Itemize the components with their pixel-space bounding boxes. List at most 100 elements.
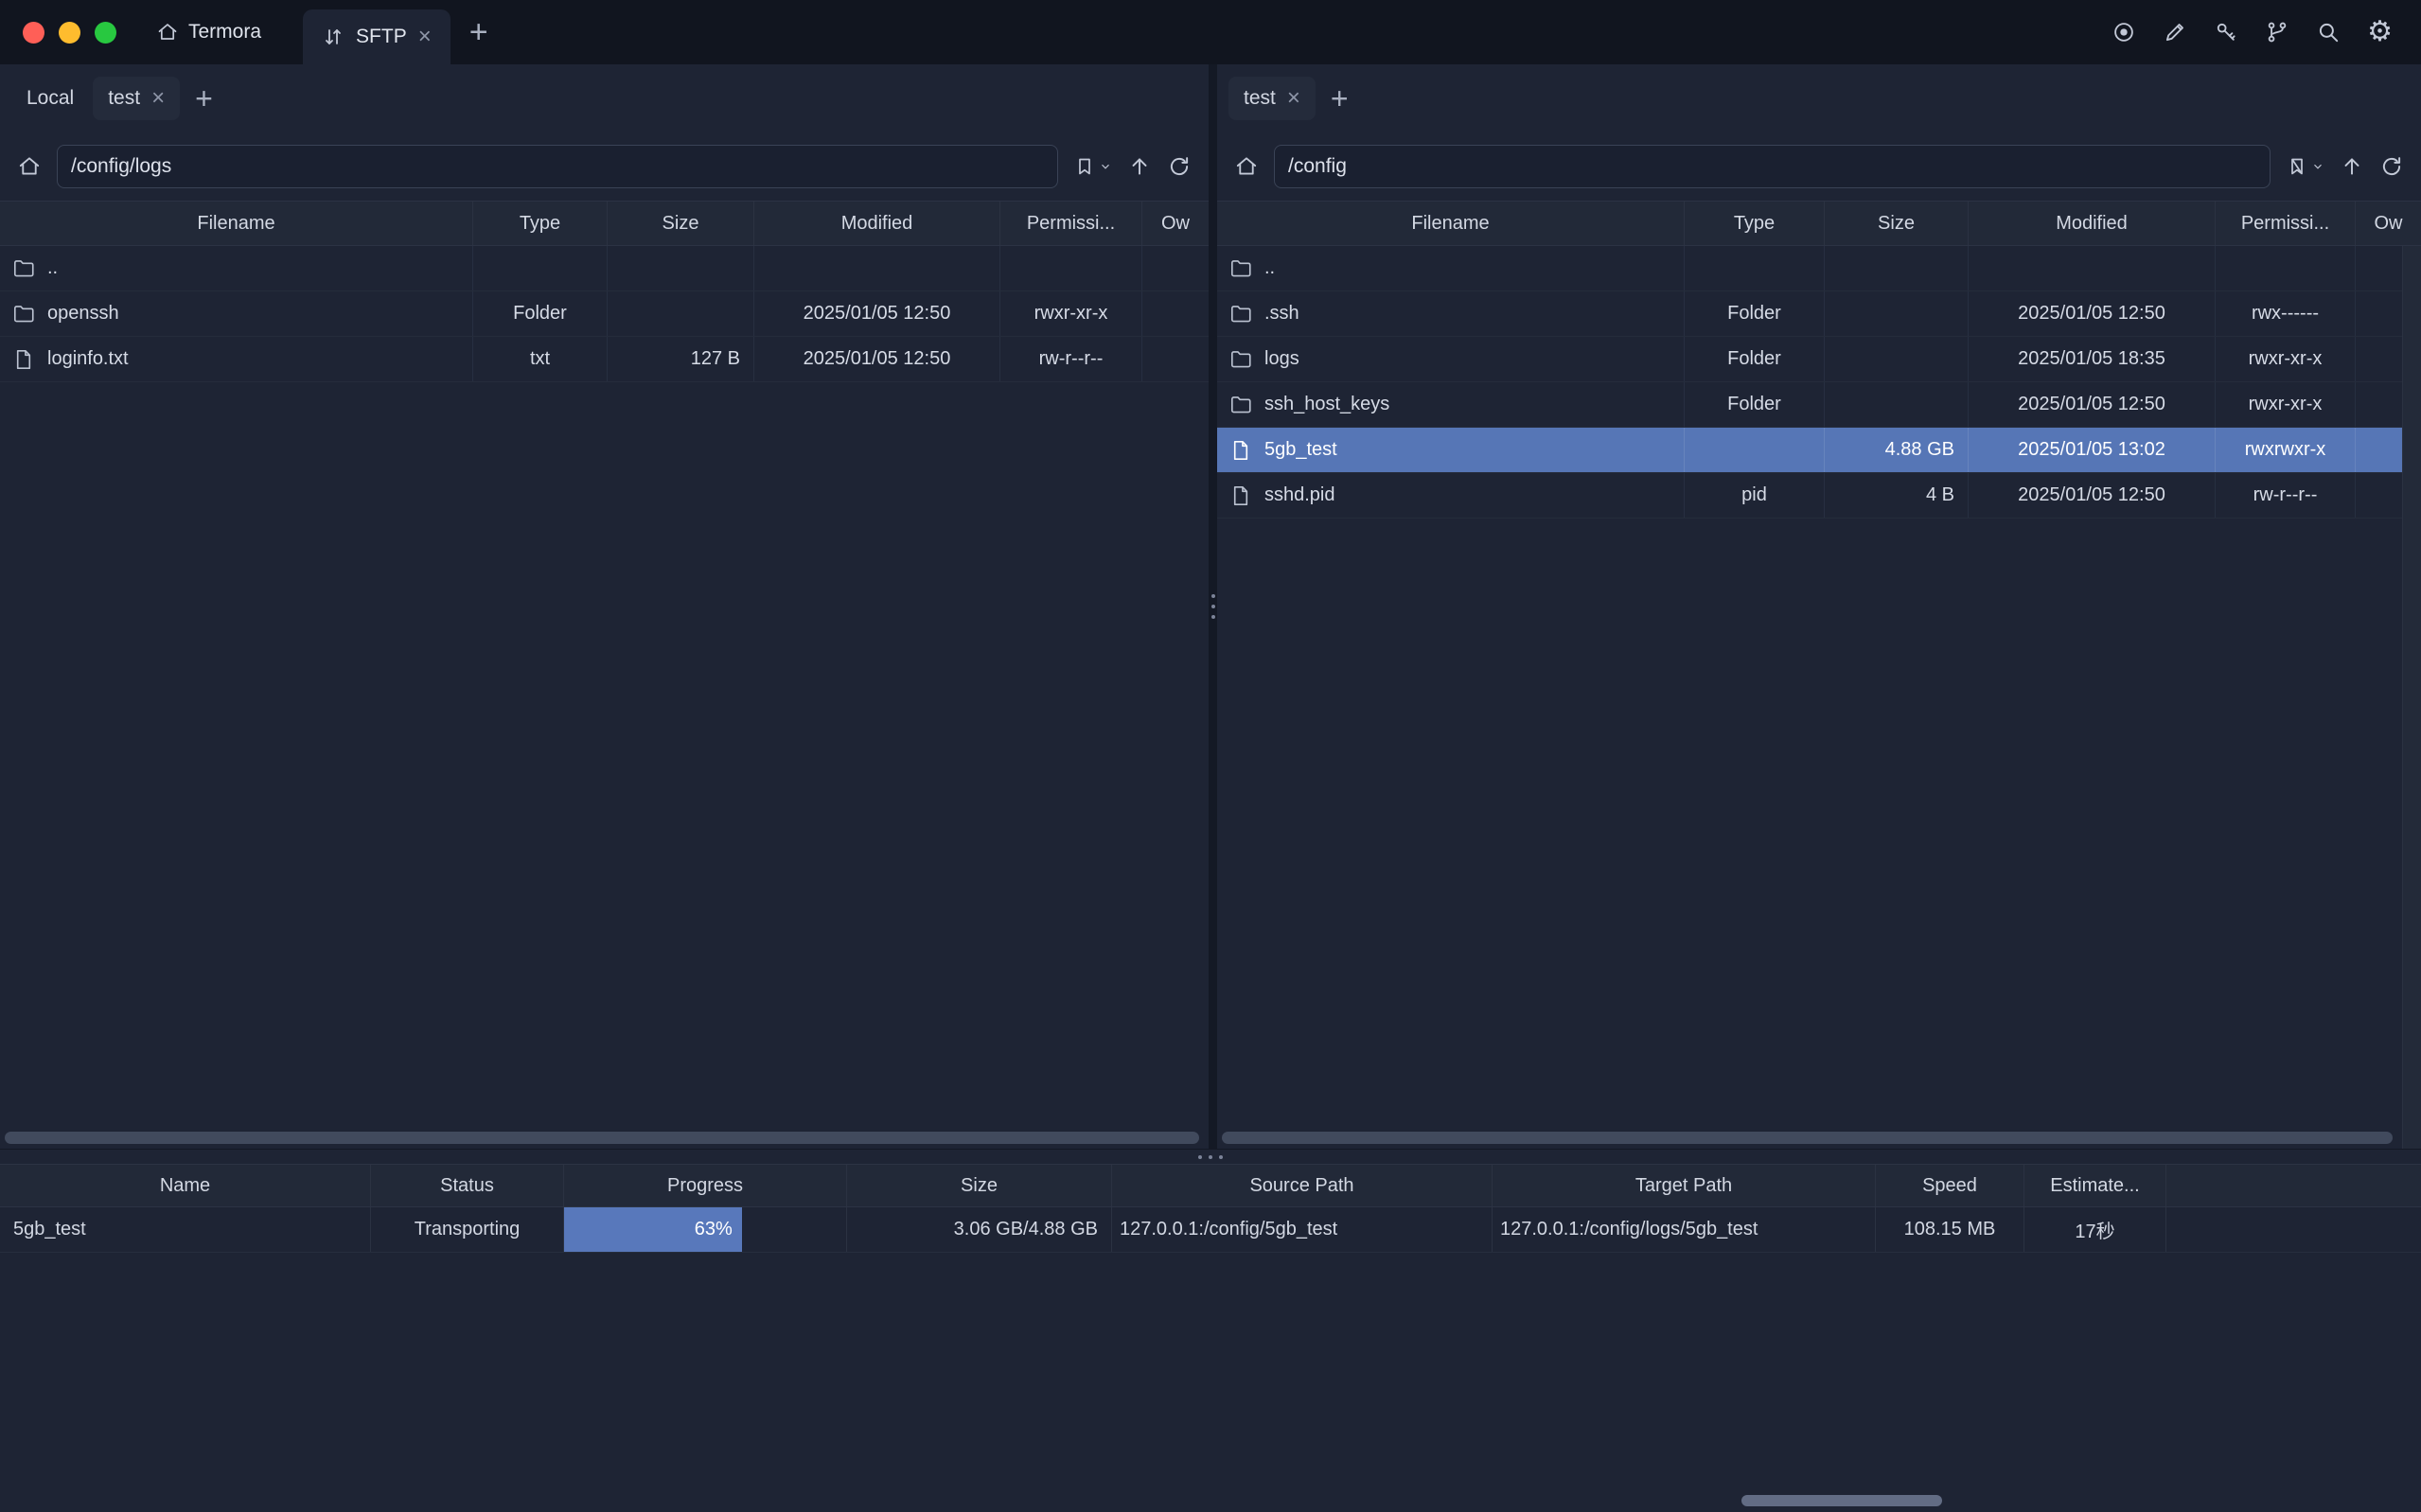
column-header[interactable]: Type (473, 202, 608, 245)
column-header[interactable]: Modified (754, 202, 1000, 245)
column-header[interactable]: Source Path (1112, 1165, 1493, 1206)
refresh-button[interactable] (2379, 154, 2404, 179)
pane-tab-test[interactable]: test × (1228, 77, 1316, 120)
column-header[interactable]: Ow (2356, 202, 2421, 245)
file-cell: 2025/01/05 12:50 (754, 291, 1000, 336)
tab-sftp[interactable]: SFTP × (303, 9, 451, 64)
pane-tab-test[interactable]: test× (93, 77, 180, 120)
key-icon[interactable] (2214, 20, 2238, 44)
close-icon[interactable]: × (418, 26, 432, 48)
file-row[interactable]: .. (0, 246, 1209, 291)
parent-directory-button[interactable] (2340, 154, 2364, 179)
transfer-table-header: NameStatusProgressSizeSource PathTarget … (0, 1164, 2421, 1207)
file-cell (1969, 246, 2216, 290)
refresh-button[interactable] (1167, 154, 1192, 179)
file-cell: 2025/01/05 13:02 (1969, 428, 2216, 472)
horizontal-scrollbar[interactable] (5, 1132, 1199, 1144)
pane-tab-label: test (1244, 87, 1276, 110)
transfer-row[interactable]: 5gb_testTransporting63%3.06 GB/4.88 GB12… (0, 1207, 2421, 1253)
column-header[interactable]: Size (1825, 202, 1969, 245)
file-row[interactable]: 5gb_test4.88 GB2025/01/05 13:02rwxrwxr-x (1217, 428, 2421, 473)
column-header[interactable]: Permissi... (1000, 202, 1142, 245)
file-table: ...sshFolder2025/01/05 12:50rwx------log… (1217, 246, 2421, 1149)
pane-tab-local[interactable]: Local (11, 77, 89, 120)
file-cell: 2025/01/05 12:50 (1969, 473, 2216, 518)
new-pane-tab-button[interactable]: + (184, 83, 224, 114)
record-icon[interactable] (2112, 20, 2136, 44)
home-icon[interactable] (1234, 154, 1259, 179)
path-input[interactable] (57, 145, 1058, 188)
horizontal-scrollbar[interactable] (1222, 1132, 2393, 1144)
column-header[interactable]: Modified (1969, 202, 2216, 245)
column-header[interactable]: Estimate... (2024, 1165, 2166, 1206)
close-icon[interactable]: × (151, 87, 165, 110)
bookmark-button[interactable] (1073, 155, 1112, 178)
column-header[interactable]: Ow (1142, 202, 1209, 245)
column-header[interactable]: Target Path (1493, 1165, 1876, 1206)
column-header[interactable]: Permissi... (2216, 202, 2356, 245)
column-header[interactable]: Status (371, 1165, 564, 1206)
file-icon (1228, 438, 1253, 463)
splitter-grip-icon (1198, 1155, 1223, 1159)
column-header[interactable]: Name (0, 1165, 371, 1206)
bottom-scrollbar[interactable] (1741, 1495, 1942, 1506)
column-header[interactable]: Filename (0, 202, 473, 245)
close-window-button[interactable] (23, 22, 44, 44)
home-icon[interactable] (17, 154, 42, 179)
right-file-pane: test × + (1217, 64, 2421, 1149)
file-row[interactable]: .. (1217, 246, 2421, 291)
new-pane-tab-button[interactable]: + (1319, 83, 1360, 114)
zoom-window-button[interactable] (95, 22, 116, 44)
progress-bar: 63% (564, 1207, 742, 1252)
parent-directory-button[interactable] (1127, 154, 1152, 179)
column-header[interactable]: Speed (1876, 1165, 2024, 1206)
transfer-size: 3.06 GB/4.88 GB (847, 1207, 1112, 1252)
search-icon[interactable] (2316, 20, 2341, 44)
left-file-pane: Local test×+ (0, 64, 1209, 1149)
filename: logs (1264, 348, 1299, 370)
file-cell: 127 B (608, 337, 754, 381)
file-row[interactable]: logsFolder2025/01/05 18:35rwxr-xr-x (1217, 337, 2421, 382)
file-cell (1685, 428, 1825, 472)
settings-gear-icon[interactable]: ⚙ (2367, 18, 2393, 46)
filename: .. (1264, 257, 1275, 279)
edit-icon[interactable] (2163, 20, 2187, 44)
column-header[interactable]: Progress (564, 1165, 847, 1206)
file-row[interactable]: opensshFolder2025/01/05 12:50rwxr-xr-x (0, 291, 1209, 337)
file-cell (1685, 246, 1825, 290)
pane-tab-label: Local (27, 87, 74, 110)
file-cell (1142, 246, 1209, 290)
folder-icon (1228, 347, 1253, 372)
column-header[interactable]: Size (608, 202, 754, 245)
column-header[interactable]: Type (1685, 202, 1825, 245)
filename: .. (47, 257, 58, 279)
branch-icon[interactable] (2265, 20, 2289, 44)
file-row[interactable]: ssh_host_keysFolder2025/01/05 12:50rwxr-… (1217, 382, 2421, 428)
vertical-scrollbar[interactable] (2402, 246, 2421, 1149)
pathbar (1217, 132, 2421, 201)
column-header[interactable]: Size (847, 1165, 1112, 1206)
transfer-splitter[interactable] (0, 1149, 2421, 1164)
filename-cell: loginfo.txt (0, 337, 473, 381)
file-cell: pid (1685, 473, 1825, 518)
bookmark-button[interactable] (2286, 155, 2324, 178)
sftp-split-view: Local test × + (0, 64, 2421, 1149)
column-header[interactable]: Filename (1217, 202, 1685, 245)
file-row[interactable]: sshd.pidpid4 B2025/01/05 12:50rw-r--r-- (1217, 473, 2421, 519)
file-cell (2216, 246, 2356, 290)
file-row[interactable]: loginfo.txttxt127 B2025/01/05 12:50rw-r-… (0, 337, 1209, 382)
file-cell: rwxr-xr-x (2216, 337, 2356, 381)
path-input[interactable] (1274, 145, 2271, 188)
folder-icon (11, 302, 36, 326)
pane-splitter[interactable] (1209, 64, 1217, 1149)
file-cell: 4 B (1825, 473, 1969, 518)
file-cell: rw-r--r-- (2216, 473, 2356, 518)
file-cell: 2025/01/05 12:50 (1969, 291, 2216, 336)
new-tab-button[interactable]: + (469, 16, 488, 48)
file-row[interactable]: .sshFolder2025/01/05 12:50rwx------ (1217, 291, 2421, 337)
filename: openssh (47, 303, 119, 325)
close-icon[interactable]: × (1287, 87, 1300, 110)
home-nav[interactable]: Termora (156, 21, 261, 44)
file-cell: 2025/01/05 12:50 (754, 337, 1000, 381)
minimize-window-button[interactable] (59, 22, 80, 44)
